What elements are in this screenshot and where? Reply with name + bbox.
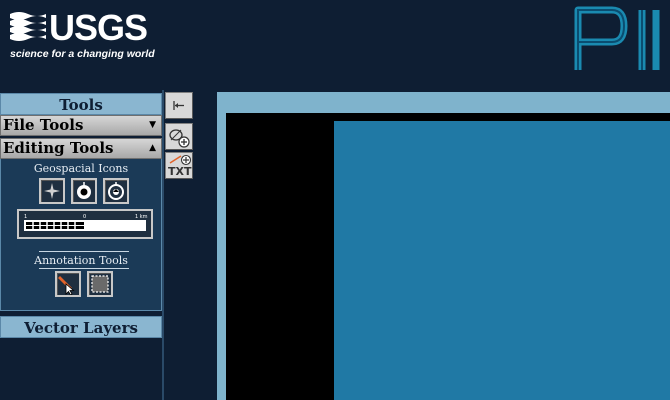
annotation-divider-bottom <box>39 268 129 269</box>
collapse-panel-button[interactable] <box>165 92 193 119</box>
select-annotation-button[interactable] <box>87 271 113 297</box>
scale-bar-mid-label: 0 <box>83 214 86 220</box>
usgs-logo[interactable]: USGS science for a changing world <box>10 7 155 62</box>
scale-bar-start-label: 1 <box>24 214 27 220</box>
usgs-wave-icon <box>10 12 46 41</box>
text-tool-label: TXT <box>168 165 192 178</box>
chevron-down-icon: ▼ <box>149 120 156 130</box>
chevron-up-icon: ▲ <box>149 143 156 153</box>
file-tools-section[interactable]: File Tools ▼ <box>0 115 162 136</box>
file-tools-label: File Tools <box>3 116 84 134</box>
add-shape-icon <box>169 129 190 148</box>
editing-tools-label: Editing Tools <box>3 139 114 157</box>
annotation-divider-top <box>39 251 129 252</box>
compass-rose-button[interactable] <box>103 178 129 204</box>
usgs-wordmark: USGS <box>49 7 148 48</box>
scale-bar-icon: 1 0 1 km <box>24 214 148 231</box>
usgs-tagline: science for a changing world <box>10 48 155 60</box>
add-text-button[interactable]: TXT <box>165 152 193 179</box>
north-arrow-button[interactable] <box>39 178 65 204</box>
draw-annotation-button[interactable] <box>55 271 81 297</box>
app-header: USGS science for a changing world <box>0 0 670 90</box>
point-marker-button[interactable] <box>71 178 97 204</box>
selection-box-icon <box>91 275 109 293</box>
tools-panel-title: Tools <box>0 93 162 115</box>
map-raster-layer[interactable] <box>334 121 670 400</box>
geospatial-icons-label: Geospacial Icons <box>33 162 129 175</box>
map-frame <box>217 92 670 400</box>
annotation-tools-label: Annotation Tools <box>34 254 128 267</box>
vector-layers-title[interactable]: Vector Layers <box>0 316 162 338</box>
pencil-draw-icon <box>58 276 75 295</box>
collapse-left-icon <box>173 101 184 110</box>
compass-rose-icon <box>108 182 124 200</box>
editing-tools-section[interactable]: Editing Tools ▲ <box>0 138 162 159</box>
north-arrow-icon <box>44 183 60 199</box>
add-geometry-button[interactable] <box>165 123 193 150</box>
scale-bar-button[interactable]: 1 0 1 km <box>17 209 153 239</box>
scale-bar-end-label: 1 km <box>135 214 148 220</box>
left-panel: Tools File Tools ▼ Editing Tools ▲ Geosp… <box>0 90 164 400</box>
editing-tools-body: Geospacial Icons 1 0 1 km Annotation Too… <box>0 159 162 311</box>
point-marker-icon <box>77 182 91 199</box>
app-logo <box>572 2 670 74</box>
add-text-icon: TXT <box>168 154 192 178</box>
